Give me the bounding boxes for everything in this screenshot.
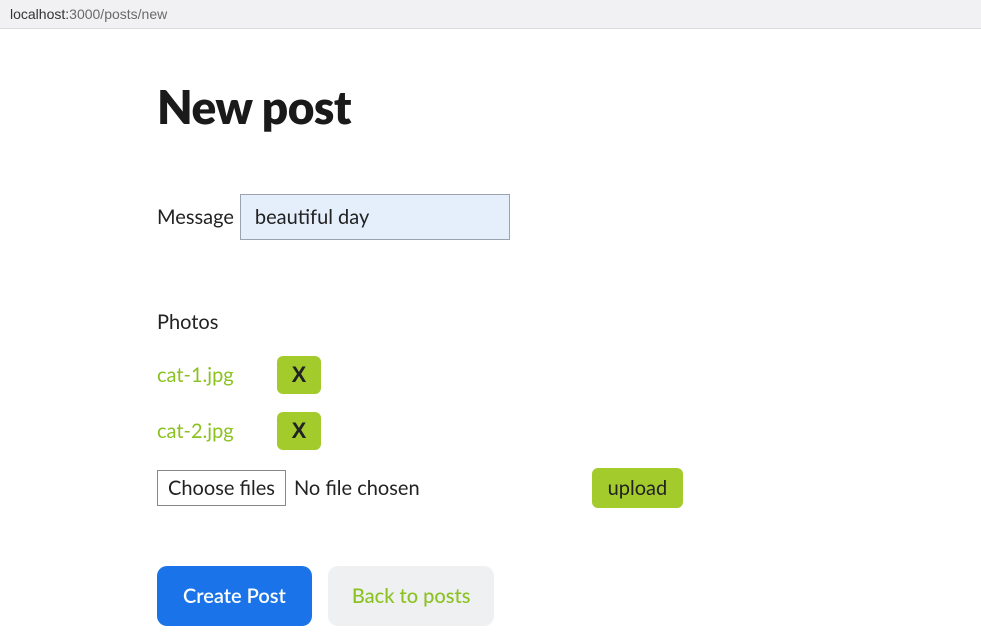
back-to-posts-button[interactable]: Back to posts [328, 566, 495, 626]
url-host: localhost: [10, 6, 69, 22]
remove-photo-button[interactable]: X [277, 412, 321, 450]
file-status-text: No file chosen [294, 476, 420, 500]
page-container: New post Message Photos cat-1.jpg X cat-… [0, 29, 700, 626]
message-input[interactable] [240, 194, 510, 240]
photo-link[interactable]: cat-2.jpg [157, 419, 241, 443]
photo-item: cat-2.jpg X [157, 412, 700, 450]
browser-url-bar[interactable]: localhost:3000/posts/new [0, 0, 981, 29]
actions-row: Create Post Back to posts [157, 566, 700, 626]
page-title: New post [157, 79, 700, 134]
photo-item: cat-1.jpg X [157, 356, 700, 394]
url-path: 3000/posts/new [69, 6, 167, 22]
message-label: Message [157, 205, 234, 229]
remove-photo-button[interactable]: X [277, 356, 321, 394]
photo-link[interactable]: cat-1.jpg [157, 363, 241, 387]
choose-files-button[interactable]: Choose files [157, 470, 286, 506]
upload-button[interactable]: upload [592, 468, 684, 508]
create-post-button[interactable]: Create Post [157, 566, 312, 626]
file-input-row: Choose files No file chosen upload [157, 468, 700, 508]
photos-label: Photos [157, 310, 700, 334]
message-row: Message [157, 194, 700, 240]
